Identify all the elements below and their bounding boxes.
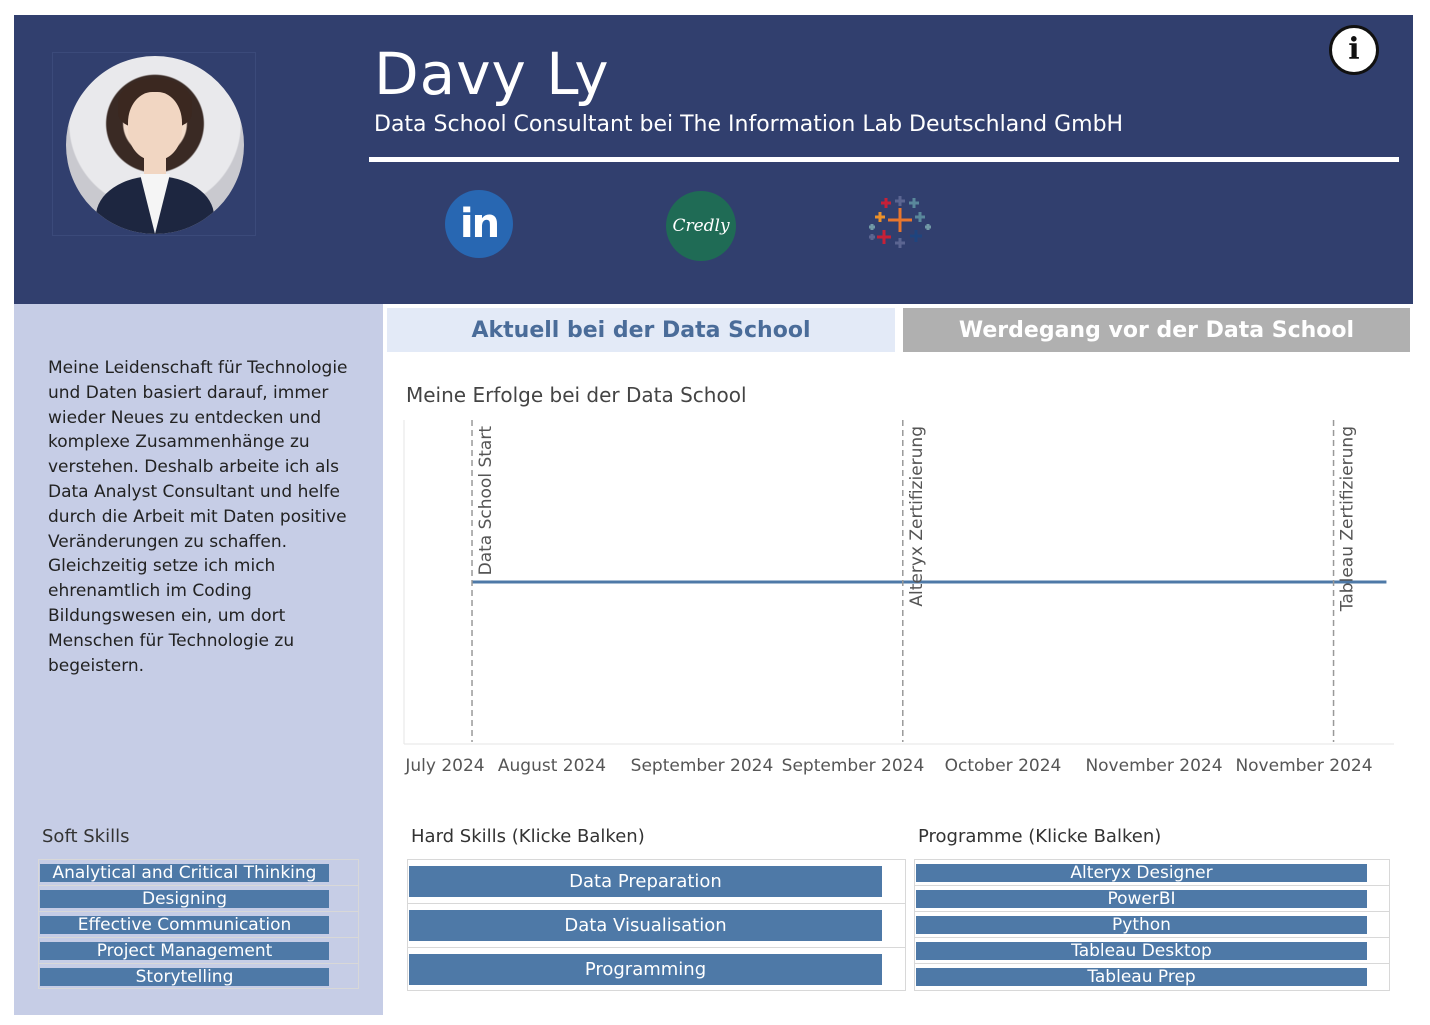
info-icon: i	[1348, 32, 1360, 67]
hard-skill-bar[interactable]: Data Visualisation	[409, 910, 882, 941]
x-tick-label: September 2024	[782, 756, 925, 776]
profile-name: Davy Ly	[374, 40, 610, 108]
tableau-icon	[869, 196, 931, 248]
hard-skill-row: Data Visualisation	[408, 904, 905, 948]
hard-skill-bar[interactable]: Programming	[409, 954, 882, 985]
soft-skill-row: Storytelling	[38, 963, 359, 989]
program-row: Python	[915, 912, 1389, 938]
soft-skill-row: Designing	[38, 885, 359, 911]
soft-skill-row: Effective Communication	[38, 911, 359, 937]
soft-skill-bar[interactable]: Project Management	[40, 942, 329, 960]
event-label: Alteryx Zertifizierung	[907, 426, 927, 607]
header-divider	[369, 157, 1399, 162]
event-label: Tableau Zertifizierung	[1338, 426, 1358, 612]
credly-link[interactable]: Credly	[666, 191, 736, 261]
program-row: Tableau Prep	[915, 964, 1389, 990]
x-tick-label: July 2024	[404, 756, 484, 776]
tableau-public-link[interactable]	[866, 190, 934, 258]
timeline-title: Meine Erfolge bei der Data School	[406, 383, 747, 407]
bio-text: Meine Leidenschaft für Technologie und D…	[48, 358, 348, 676]
hard-skills-title: Hard Skills (Klicke Balken)	[411, 826, 645, 847]
programs-chart: Alteryx Designer PowerBI Python Tableau …	[914, 859, 1390, 991]
programs-title: Programme (Klicke Balken)	[918, 826, 1162, 847]
linkedin-link[interactable]: in	[445, 190, 513, 258]
soft-skill-bar[interactable]: Storytelling	[40, 968, 329, 986]
credly-icon: Credly	[672, 216, 730, 236]
program-row: Tableau Desktop	[915, 938, 1389, 964]
program-row: PowerBI	[915, 886, 1389, 912]
soft-skill-row: Analytical and Critical Thinking	[38, 859, 359, 885]
profile-subtitle: Data School Consultant bei The Informati…	[374, 112, 1124, 137]
x-tick-label: August 2024	[498, 756, 606, 776]
soft-skill-bar[interactable]: Analytical and Critical Thinking	[40, 864, 329, 882]
tab-career-before-data-school[interactable]: Werdegang vor der Data School	[903, 308, 1410, 352]
soft-skill-row: Project Management	[38, 937, 359, 963]
soft-skill-bar[interactable]: Designing	[40, 890, 329, 908]
linkedin-icon: in	[459, 201, 500, 247]
hard-skills-chart: Data Preparation Data Visualisation Prog…	[407, 859, 906, 991]
soft-skills-title: Soft Skills	[42, 826, 130, 847]
event-label: Data School Start	[476, 426, 496, 576]
info-button[interactable]: i	[1329, 25, 1379, 75]
x-tick-label: September 2024	[631, 756, 774, 776]
avatar-face	[128, 92, 182, 160]
program-bar[interactable]: PowerBI	[916, 890, 1367, 908]
hard-skill-bar[interactable]: Data Preparation	[409, 866, 882, 897]
x-tick-label: November 2024	[1235, 756, 1372, 776]
program-bar[interactable]: Tableau Desktop	[916, 942, 1367, 960]
tab-current-data-school[interactable]: Aktuell bei der Data School	[387, 308, 895, 352]
x-tick-label: November 2024	[1085, 756, 1222, 776]
program-bar[interactable]: Tableau Prep	[916, 968, 1367, 986]
program-bar[interactable]: Alteryx Designer	[916, 864, 1367, 882]
program-bar[interactable]: Python	[916, 916, 1367, 934]
soft-skill-bar[interactable]: Effective Communication	[40, 916, 329, 934]
soft-skills-list: Analytical and Critical Thinking Designi…	[38, 859, 359, 989]
program-row: Alteryx Designer	[915, 860, 1389, 886]
hard-skill-row: Data Preparation	[408, 860, 905, 904]
x-tick-label: October 2024	[945, 756, 1062, 776]
hard-skill-row: Programming	[408, 948, 905, 992]
avatar	[66, 56, 244, 234]
